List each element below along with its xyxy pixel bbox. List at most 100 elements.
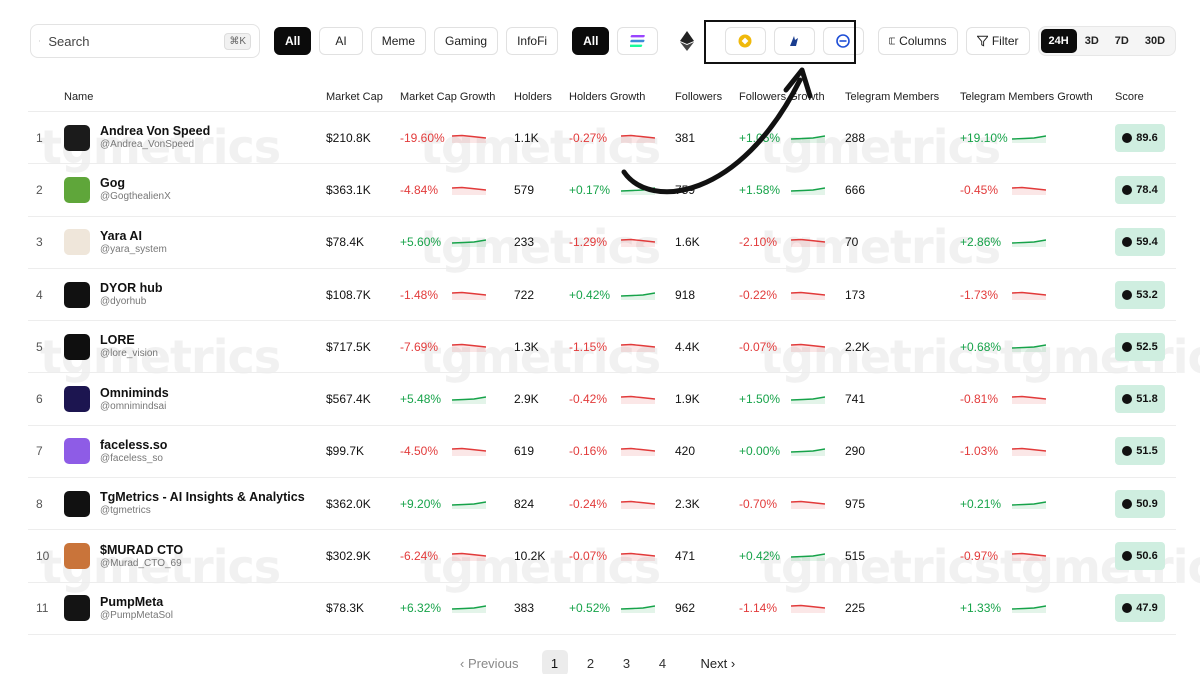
category-ai[interactable]: AI	[319, 27, 363, 55]
project-cell[interactable]: Gog @GogthealienX	[64, 176, 326, 203]
table-row[interactable]: 2 Gog @GogthealienX $363.1K -4.84% 579 +…	[28, 164, 1176, 217]
project-cell[interactable]: PumpMeta @PumpMetaSol	[64, 595, 326, 622]
table-row[interactable]: 7 faceless.so @faceless_so $99.7K -4.50%…	[28, 426, 1176, 479]
project-cell[interactable]: Andrea Von Speed @Andrea_VonSpeed	[64, 124, 326, 151]
project-name: LORE	[100, 333, 135, 348]
rank: 2	[36, 182, 43, 197]
table-row[interactable]: 6 Omniminds @omnimindsai $567.4K +5.48% …	[28, 373, 1176, 426]
col-name[interactable]: Name	[64, 91, 326, 103]
chain-solana[interactable]	[617, 27, 659, 55]
table-row[interactable]: 10 $MURAD CTO @Murad_CTO_69 $302.9K -6.2…	[28, 530, 1176, 583]
sparkline	[452, 396, 486, 405]
project-cell[interactable]: $MURAD CTO @Murad_CTO_69	[64, 543, 326, 570]
tmg-cell: +19.10%	[960, 131, 1115, 145]
sparkline	[621, 239, 655, 248]
col-holders[interactable]: Holders	[514, 91, 569, 103]
rank: 3	[36, 235, 43, 250]
project-cell[interactable]: Omniminds @omnimindsai	[64, 386, 326, 413]
table-row[interactable]: 8 TgMetrics - AI Insights & Analytics @t…	[28, 478, 1176, 531]
timeframe-7d[interactable]: 7D	[1107, 29, 1137, 53]
market-cap: $567.4K	[326, 392, 371, 407]
project-name: Gog	[100, 176, 125, 191]
project-cell[interactable]: LORE @lore_vision	[64, 333, 326, 360]
holders: 383	[514, 601, 535, 616]
category-meme[interactable]: Meme	[370, 27, 427, 55]
rank: 5	[36, 339, 43, 354]
page-3[interactable]: 3	[614, 650, 640, 674]
table-row[interactable]: 3 Yara AI @yara_system $78.4K +5.60% 233…	[28, 217, 1176, 269]
chain-all[interactable]: All	[572, 27, 610, 55]
highlight-box	[704, 20, 856, 64]
tmg-value: -0.45%	[960, 182, 999, 197]
mcg-value: -6.24%	[400, 549, 439, 564]
project-handle: @tgmetrics	[100, 505, 151, 517]
page-4[interactable]: 4	[650, 650, 676, 674]
sparkline	[452, 134, 486, 143]
col-market-cap[interactable]: Market Cap	[326, 91, 400, 103]
col-followers[interactable]: Followers	[675, 91, 739, 103]
page-2[interactable]: 2	[578, 650, 604, 674]
hg-cell: +0.17%	[569, 183, 675, 197]
col-followers-growth[interactable]: Followers Growth	[739, 91, 845, 103]
score-value: 47.9	[1136, 602, 1158, 615]
col-telegram-members-growth[interactable]: Telegram Members Growth	[960, 91, 1115, 103]
project-cell[interactable]: TgMetrics - AI Insights & Analytics @tgm…	[64, 490, 326, 517]
score-badge: 52.5	[1115, 332, 1165, 361]
col-holders-growth[interactable]: Holders Growth	[569, 91, 675, 103]
table-row[interactable]: 4 DYOR hub @dyorhub $108.7K -1.48% 722 +…	[28, 269, 1176, 322]
sparkline	[621, 187, 655, 195]
col-telegram-members[interactable]: Telegram Members	[845, 91, 960, 103]
project-name: DYOR hub	[100, 281, 163, 296]
sparkline	[791, 239, 825, 248]
table-row[interactable]: 1 Andrea Von Speed @Andrea_VonSpeed $210…	[28, 112, 1176, 165]
timeframe-24h[interactable]: 24H	[1040, 29, 1077, 53]
category-gaming[interactable]: Gaming	[434, 27, 499, 55]
chain-ethereum[interactable]	[666, 27, 708, 55]
timeframe-3d[interactable]: 3D	[1077, 29, 1107, 53]
page-1[interactable]: 1	[541, 650, 568, 674]
search-box[interactable]: ⌘K	[30, 24, 260, 58]
columns-button[interactable]: Columns	[877, 27, 958, 55]
category-infofi[interactable]: InfoFi	[506, 27, 559, 55]
fg-value: +0.00%	[739, 444, 781, 459]
table-row[interactable]: 5 LORE @lore_vision $717.5K -7.69% 1.3K …	[28, 321, 1176, 374]
avatar	[64, 281, 90, 308]
tmg-value: +2.86%	[960, 235, 1002, 250]
followers: 4.4K	[675, 339, 700, 354]
table-row[interactable]: 11 PumpMeta @PumpMetaSol $78.3K +6.32% 3…	[28, 583, 1176, 635]
hg-cell: -0.16%	[569, 444, 675, 458]
sparkline	[452, 605, 486, 614]
search-input[interactable]	[48, 33, 225, 49]
market-cap: $362.0K	[326, 496, 371, 511]
project-cell[interactable]: faceless.so @faceless_so	[64, 438, 326, 465]
project-handle: @faceless_so	[100, 452, 163, 464]
category-all[interactable]: All	[274, 27, 312, 55]
sparkline	[1012, 239, 1046, 248]
market-cap: $78.3K	[326, 601, 365, 616]
sparkline	[791, 448, 825, 457]
next-button[interactable]: Next ›	[701, 656, 736, 671]
fg-cell: +0.42%	[739, 549, 845, 563]
avatar	[64, 333, 90, 360]
project-handle: @PumpMetaSol	[100, 609, 173, 621]
score-icon	[1122, 132, 1133, 143]
score-cell: 51.5	[1115, 437, 1175, 466]
project-cell[interactable]: Yara AI @yara_system	[64, 229, 326, 256]
filter-button[interactable]: Filter	[965, 27, 1030, 55]
sparkline	[621, 291, 655, 300]
col-score[interactable]: Score	[1115, 91, 1175, 103]
score-icon	[1122, 446, 1133, 457]
project-cell[interactable]: DYOR hub @dyorhub	[64, 281, 326, 308]
score-value: 50.9	[1136, 497, 1158, 510]
previous-button[interactable]: ‹ Previous	[460, 656, 519, 671]
col-market-cap-growth[interactable]: Market Cap Growth	[400, 91, 514, 103]
solana-icon	[629, 35, 645, 47]
mcg-cell: +6.32%	[400, 601, 514, 615]
score-badge: 47.9	[1115, 594, 1165, 623]
timeframe-30d[interactable]: 30D	[1137, 29, 1173, 53]
score-cell: 53.2	[1115, 280, 1175, 309]
market-cap: $99.7K	[326, 444, 365, 459]
sparkline	[621, 500, 655, 509]
score-icon	[1122, 184, 1133, 195]
sparkline	[791, 553, 825, 562]
